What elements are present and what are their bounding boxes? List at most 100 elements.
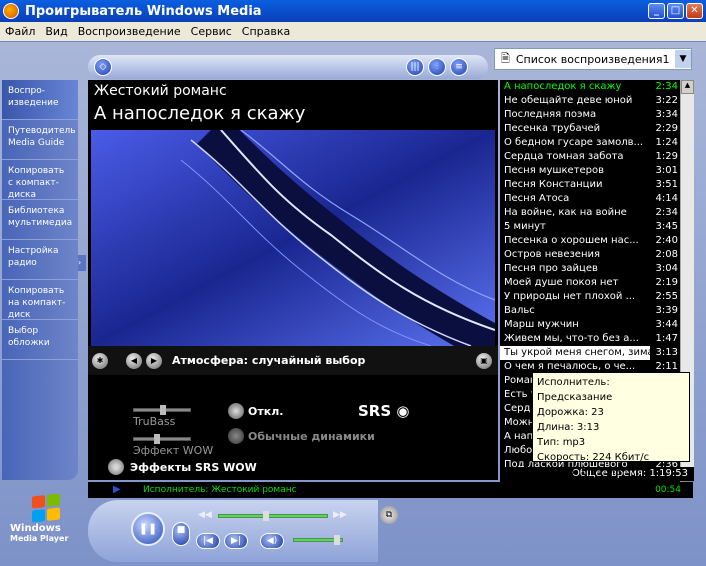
elapsed-time: 00:54 xyxy=(655,485,681,495)
playlist-select[interactable]: 🗎 Список воспроизведения1 ▼ xyxy=(494,48,692,70)
menu-play[interactable]: Воспроизведение xyxy=(73,25,186,38)
playlist-item[interactable]: Живем мы, что-то без а... 1:47 xyxy=(500,332,680,346)
playlist-item-duration: 3:51 xyxy=(655,179,678,190)
playlist-item-title: Последняя поэма xyxy=(504,109,597,120)
maximize-button[interactable]: □ xyxy=(667,3,684,19)
mute-button[interactable]: ◀) xyxy=(260,533,284,549)
nav-skin-chooser[interactable]: Выбор обложки xyxy=(2,320,78,360)
visualization-options-icon[interactable]: ✱ xyxy=(92,352,108,369)
volume-slider[interactable] xyxy=(293,535,343,545)
menu-tools[interactable]: Сервис xyxy=(186,25,237,38)
playback-controls: ❚❚ ■ |◀ ▶| ◀) ◀◀ ▶▶ xyxy=(88,500,378,562)
logo-line2: Media Player xyxy=(10,534,69,543)
hide-taskbar-arrow-icon[interactable]: › xyxy=(78,255,86,271)
srs-power-icon[interactable] xyxy=(228,403,244,419)
menu-help[interactable]: Справка xyxy=(237,25,295,38)
minimize-button[interactable]: _ xyxy=(648,3,665,19)
previous-button[interactable]: |◀ xyxy=(196,533,220,549)
playlist-item-duration: 2:34 xyxy=(655,81,678,92)
pause-button[interactable]: ❚❚ xyxy=(131,512,165,546)
menu-view[interactable]: Вид xyxy=(40,25,72,38)
previous-visualization-icon[interactable]: ◀ xyxy=(126,352,142,369)
trubass-slider[interactable] xyxy=(133,405,191,415)
playlist-item-duration: 2:34 xyxy=(655,207,678,218)
media-player-window: Проигрыватель Windows Media _ □ ✕ Файл В… xyxy=(0,0,706,566)
playlist-item-duration: 2:19 xyxy=(655,277,678,288)
playlist-item[interactable]: Песня Констанции 3:51 xyxy=(500,178,680,192)
playlist-item-duration: 3:22 xyxy=(655,95,678,106)
playlist-item-duration: 3:04 xyxy=(655,263,678,274)
playlist-item-title: Вальс xyxy=(504,305,535,316)
srs-effects-label: Эффекты SRS WOW xyxy=(130,461,257,474)
playlist-doc-icon: 🗎 xyxy=(501,51,510,65)
nav-media-library[interactable]: Библиотека мультимедиа xyxy=(2,200,78,240)
now-playing-options-icon[interactable]: ◇ xyxy=(94,58,112,76)
nav-media-guide[interactable]: Путеводитель Media Guide xyxy=(2,120,78,160)
playlist-item-duration: 2:29 xyxy=(655,123,678,134)
seek-slider[interactable] xyxy=(218,511,328,521)
playlist-item[interactable]: 5 минут 3:45 xyxy=(500,220,680,234)
playlist-item[interactable]: А напоследок я скажу 2:34 xyxy=(500,80,680,94)
playlist-item-title: Песня Констанции xyxy=(504,179,603,190)
nav-now-playing[interactable]: Воспро-изведение xyxy=(2,80,78,120)
playlist-item[interactable]: Сердца томная забота 1:29 xyxy=(500,150,680,164)
playlist-item[interactable]: Не обещайте деве юной 3:22 xyxy=(500,94,680,108)
wow-effect-slider[interactable] xyxy=(133,434,191,444)
playlist-item-duration: 4:14 xyxy=(655,193,678,204)
nav-copy-from-cd[interactable]: Копировать с компакт-диска xyxy=(2,160,78,200)
playlist-item[interactable]: Песня про зайцев 3:04 xyxy=(500,262,680,276)
speaker-type-label: Обычные динамики xyxy=(248,430,375,443)
playlist-item-title: О бедном гусаре замолв... xyxy=(504,137,644,148)
visualization-icon[interactable]: ||| xyxy=(406,58,424,76)
playlist-item-duration: 3:45 xyxy=(655,221,678,232)
playlist-item-title: Песенка трубачей xyxy=(504,123,601,134)
fast-forward-icon[interactable]: ▶▶ xyxy=(333,510,347,520)
chevron-down-icon[interactable]: ▼ xyxy=(675,50,691,68)
playlist-item-duration: 3:01 xyxy=(655,165,678,176)
playlist-item[interactable]: У природы нет плохой ... 2:55 xyxy=(500,290,680,304)
playlist-item-title: Песня мушкетеров xyxy=(504,165,605,176)
status-bar: ▶ Исполнитель: Жестокий романс 00:54 xyxy=(88,482,693,498)
playlist-item[interactable]: Вальс 3:39 xyxy=(500,304,680,318)
visualization-name: Атмосфера: случайный выбор xyxy=(172,354,366,367)
stop-button[interactable]: ■ xyxy=(172,522,190,546)
playlist-item[interactable]: Остров невезения 2:08 xyxy=(500,248,680,262)
tooltip-track: Дорожка: 23 xyxy=(537,407,604,418)
playlist-item-duration: 3:44 xyxy=(655,319,678,330)
scroll-up-icon[interactable]: ▲ xyxy=(681,80,694,94)
playlist-item[interactable]: Песенка трубачей 2:29 xyxy=(500,122,680,136)
playlist-item-duration: 3:39 xyxy=(655,305,678,316)
playlist-item[interactable]: Ты укрой меня снегом, зима 3:13 xyxy=(500,346,680,360)
playlist-item[interactable]: На войне, как на войне 2:34 xyxy=(500,206,680,220)
close-button[interactable]: ✕ xyxy=(686,3,703,19)
playlist-item[interactable]: О бедном гусаре замолв... 1:24 xyxy=(500,136,680,150)
srs-logo: SRS ◉ xyxy=(358,402,410,420)
playlist-item[interactable]: Последняя поэма 3:34 xyxy=(500,108,680,122)
next-button[interactable]: ▶| xyxy=(224,533,248,549)
srs-effects-icon[interactable]: ≡ xyxy=(108,459,124,475)
logo-line1: Windows xyxy=(10,523,61,534)
full-screen-icon[interactable]: ▣ xyxy=(476,352,492,369)
playlist-item-title: Ты укрой меня снегом, зима xyxy=(500,346,650,360)
speaker-type-icon[interactable] xyxy=(228,428,244,444)
playlist-toggle-icon[interactable]: ≡ xyxy=(450,58,468,76)
playlist-item-title: Марш мужчин xyxy=(504,319,579,330)
playlist-item[interactable]: Марш мужчин 3:44 xyxy=(500,318,680,332)
compact-mode-icon[interactable]: ⧉ xyxy=(380,506,398,524)
artist-label: Жестокий романс xyxy=(94,83,227,99)
now-playing-toolbar: ◇ ||| ⫶ ≡ xyxy=(88,55,488,79)
menu-file[interactable]: Файл xyxy=(0,25,40,38)
tooltip-performer: Исполнитель: Предсказание xyxy=(537,377,613,403)
nav-radio-tuner[interactable]: Настройка радио xyxy=(2,240,78,280)
nav-copy-to-cd[interactable]: Копировать на компакт-диск xyxy=(2,280,78,320)
playlist-item[interactable]: Моей душе покоя нет 2:19 xyxy=(500,276,680,290)
track-info-tooltip: Исполнитель: Предсказание Дорожка: 23 Дл… xyxy=(532,372,690,478)
next-visualization-icon[interactable]: ▶ xyxy=(146,352,162,369)
equalizer-icon[interactable]: ⫶ xyxy=(428,58,446,76)
playlist-item[interactable]: Песня мушкетеров 3:01 xyxy=(500,164,680,178)
rewind-icon[interactable]: ◀◀ xyxy=(198,510,212,520)
playlist-item[interactable]: Песенка о хорошем нас... 2:40 xyxy=(500,234,680,248)
playlist-item[interactable]: Песня Атоса 4:14 xyxy=(500,192,680,206)
playlist-item-title: Песенка о хорошем нас... xyxy=(504,235,639,246)
status-text: Исполнитель: Жестокий романс xyxy=(143,485,297,495)
